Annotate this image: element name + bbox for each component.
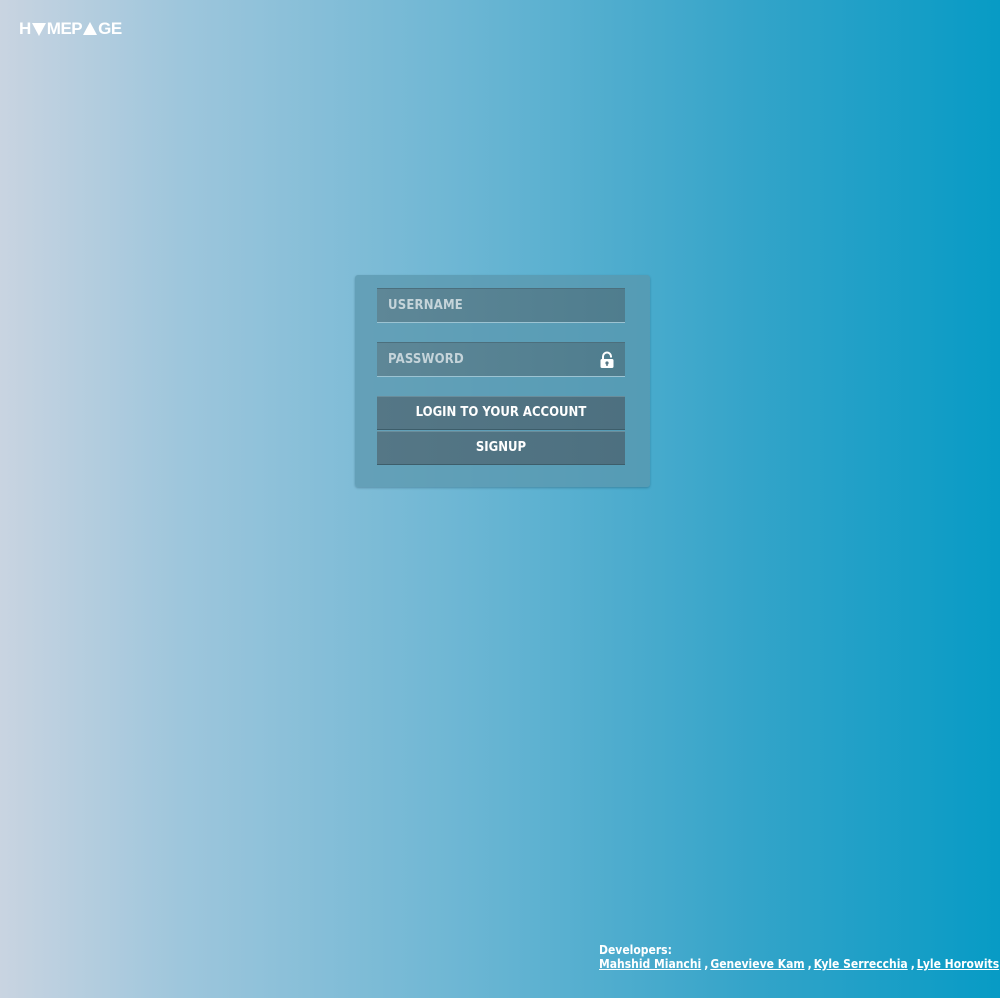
logo-up-triangle-icon [83,22,98,35]
developer-link-lyle[interactable]: Lyle Horowits [917,957,999,971]
developer-link-genevieve[interactable]: Genevieve Kam [710,957,804,971]
developer-link-mahshid[interactable]: Mahshid Mianchi [599,957,701,971]
site-logo[interactable]: H MEP GE [19,18,122,40]
signup-button[interactable]: SIGNUP [377,431,625,465]
username-field-wrapper [377,288,625,323]
login-button[interactable]: LOGIN TO YOUR ACCOUNT [377,396,625,430]
password-input[interactable] [377,343,599,376]
developer-separator: , [910,957,915,971]
password-field-wrapper [377,342,625,377]
developer-separator: , [704,957,709,971]
logo-letter-h: H [19,19,31,38]
logo-letters-mep: MEP [46,19,83,38]
logo-down-triangle-icon [31,23,46,36]
developer-separator: , [807,957,812,971]
developers-label: Developers: [599,943,672,957]
lock-icon [600,351,614,368]
login-panel: LOGIN TO YOUR ACCOUNT SIGNUP [355,275,650,487]
developer-credits: Developers: Mahshid Mianchi, Genevieve Ka… [599,943,999,971]
username-input[interactable] [377,289,625,322]
logo-letters-ge: GE [98,19,122,38]
developer-link-kyle[interactable]: Kyle Serrecchia [814,957,908,971]
